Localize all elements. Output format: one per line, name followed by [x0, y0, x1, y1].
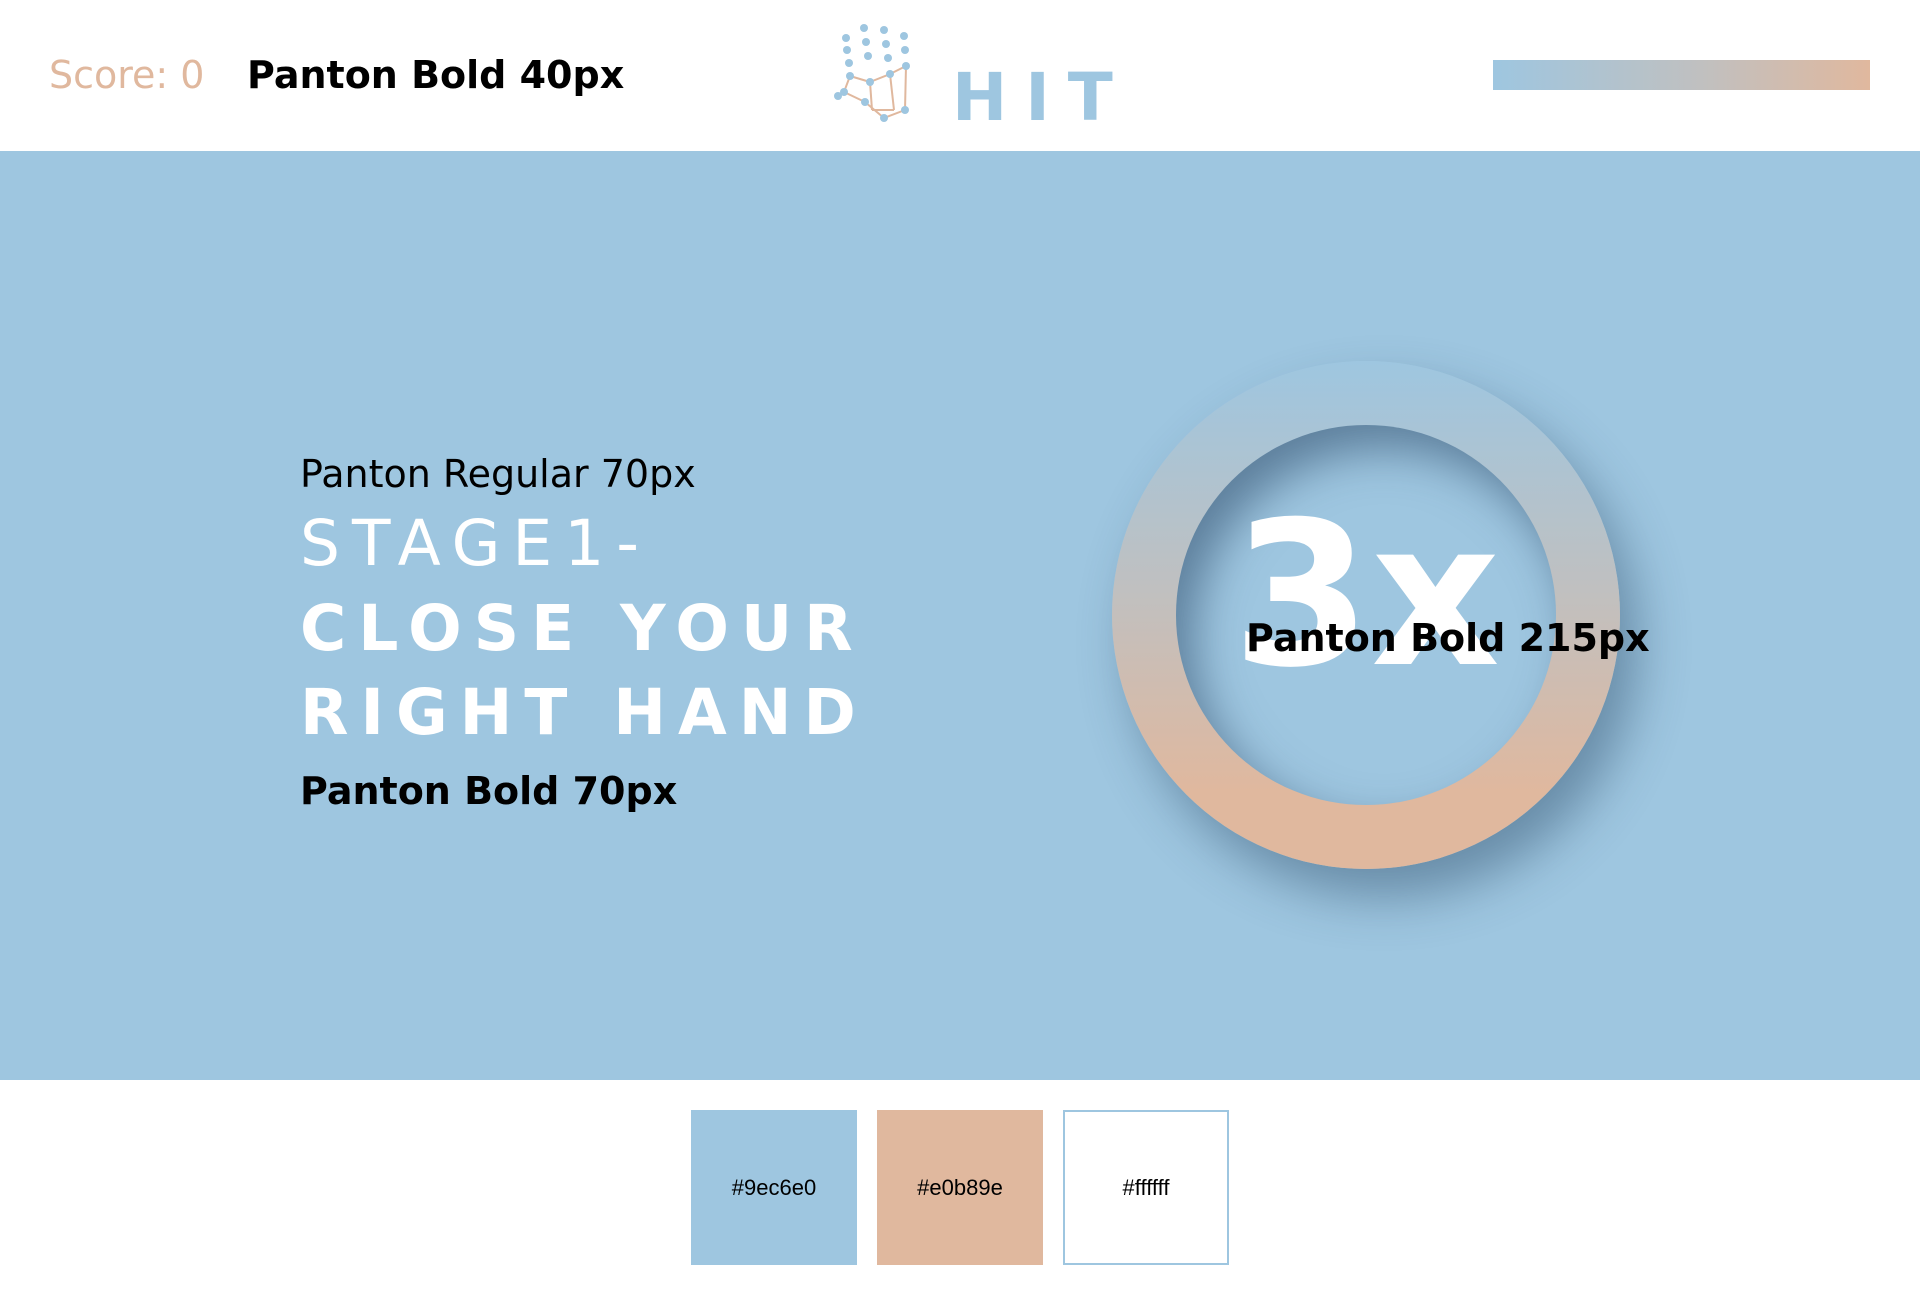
progress-bar [1493, 60, 1870, 90]
instruction-font-annotation: Panton Bold 70px [300, 769, 678, 813]
swatch-label: #e0b89e [917, 1174, 1003, 1200]
instruction-line-1: CLOSE YOUR [300, 592, 865, 665]
stage-panel: Panton Regular 70px STAGE1- CLOSE YOUR R… [0, 151, 1920, 1080]
swatch-label: #ffffff [1122, 1174, 1170, 1200]
swatch-label: #9ec6e0 [731, 1174, 817, 1200]
progress-fill [1493, 60, 1870, 90]
logo: HIT [830, 22, 1113, 131]
header: Score: 0 Panton Bold 40px HIT [0, 0, 1920, 151]
countdown-value: 3x [1231, 479, 1501, 712]
score-label: Score: 0 [49, 53, 205, 97]
stage-title: STAGE1- [300, 507, 652, 580]
countdown-font-annotation: Panton Bold 215px [1246, 616, 1650, 660]
color-swatch: #9ec6e0 [691, 1110, 857, 1265]
color-swatch: #ffffff [1063, 1110, 1229, 1265]
hand-skeleton-icon [834, 24, 910, 122]
instruction-line-2: RIGHT HAND [300, 676, 868, 749]
logo-text: HIT [952, 59, 1131, 136]
stage-regular-font-annotation: Panton Regular 70px [300, 452, 696, 496]
color-swatch: #e0b89e [877, 1110, 1043, 1265]
score-font-annotation: Panton Bold 40px [247, 53, 625, 97]
